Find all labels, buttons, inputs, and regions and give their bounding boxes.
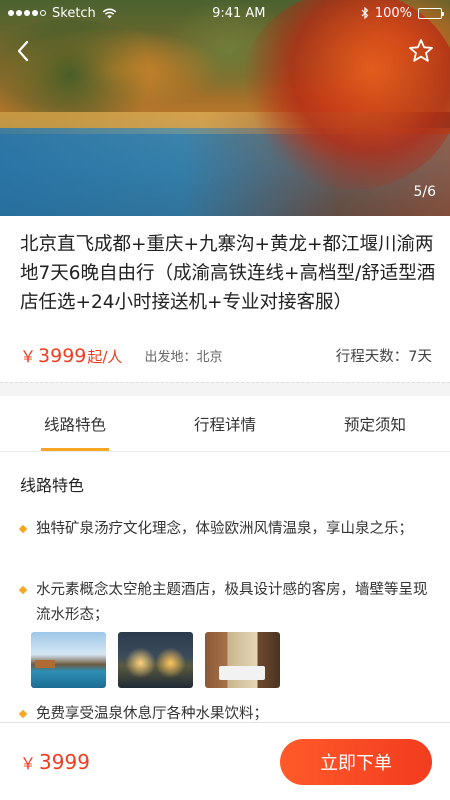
image-counter: 5/6 <box>413 184 436 200</box>
section-title: 线路特色 <box>20 476 85 495</box>
signal-icon <box>8 10 46 16</box>
resort-night-photo[interactable] <box>118 632 193 688</box>
feature-item: 水元素概念太空舱主题酒店，极具设计感的客房，墙壁等呈现流水形态； <box>18 578 440 628</box>
status-left: Sketch <box>8 6 117 21</box>
product-title-block: 北京直飞成都+重庆+九寨沟+黄龙+都江堰川渝两地7天6晚自由行（成渝高铁连线+高… <box>20 230 440 317</box>
tab-route-features[interactable]: 线路特色 <box>0 396 150 451</box>
feature-text: 水元素概念太空舱主题酒店，极具设计感的客房，墙壁等呈现流水形态； <box>36 582 428 623</box>
feature-text: 独特矿泉汤疗文化理念，体验欧洲风情温泉，享山泉之乐； <box>36 521 413 537</box>
price-value: 3999 <box>38 345 87 367</box>
hotel-room-photo[interactable] <box>205 632 280 688</box>
currency-symbol: ￥ <box>20 753 37 773</box>
pool-photo[interactable] <box>31 632 106 688</box>
product-title: 北京直飞成都+重庆+九寨沟+黄龙+都江堰川渝两地7天6晚自由行（成渝高铁连线+高… <box>20 234 436 313</box>
product-price: ￥ 3999起/人 <box>20 343 122 367</box>
trip-days: 行程天数：7天 <box>335 348 432 365</box>
feature-item: 独特矿泉汤疗文化理念，体验欧洲风情温泉，享山泉之乐； <box>18 517 440 542</box>
battery-icon <box>417 7 444 19</box>
departure-label: 出发地：北京 <box>144 349 223 365</box>
back-arrow-icon <box>17 40 29 62</box>
currency-symbol: ￥ <box>20 347 37 366</box>
battery-percent: 100% <box>374 5 412 21</box>
detail-tabs: 线路特色 行程详情 预定须知 <box>0 396 450 452</box>
carrier-label: Sketch <box>52 5 96 21</box>
price-row: ￥ 3999起/人 出发地：北京 行程天数：7天 <box>20 342 432 368</box>
bullet-diamond-icon <box>18 585 28 595</box>
bottom-price-value: 3999 <box>39 749 90 774</box>
hero-image[interactable] <box>0 0 450 216</box>
bullet-diamond-icon <box>18 524 28 534</box>
tab-booking-notes[interactable]: 预定须知 <box>300 396 450 451</box>
feature-thumbnails <box>31 632 280 688</box>
status-right: 100% <box>361 5 444 21</box>
wifi-icon <box>102 7 117 18</box>
price-unit: 起/人 <box>87 348 123 366</box>
favorite-button[interactable] <box>404 34 438 68</box>
bluetooth-icon <box>361 7 369 19</box>
clock: 9:41 AM <box>212 5 266 21</box>
order-now-button[interactable]: 立即下单 <box>280 738 432 785</box>
status-bar: Sketch 9:41 AM 100% <box>0 0 450 26</box>
tab-itinerary[interactable]: 行程详情 <box>150 396 300 451</box>
bottom-price: ￥ 3999 <box>20 750 90 774</box>
section-divider <box>0 382 450 396</box>
bullet-diamond-icon <box>18 709 28 719</box>
back-button[interactable] <box>6 34 40 68</box>
star-outline-icon <box>409 39 433 62</box>
bottom-bar: ￥ 3999 立即下单 <box>0 722 450 800</box>
